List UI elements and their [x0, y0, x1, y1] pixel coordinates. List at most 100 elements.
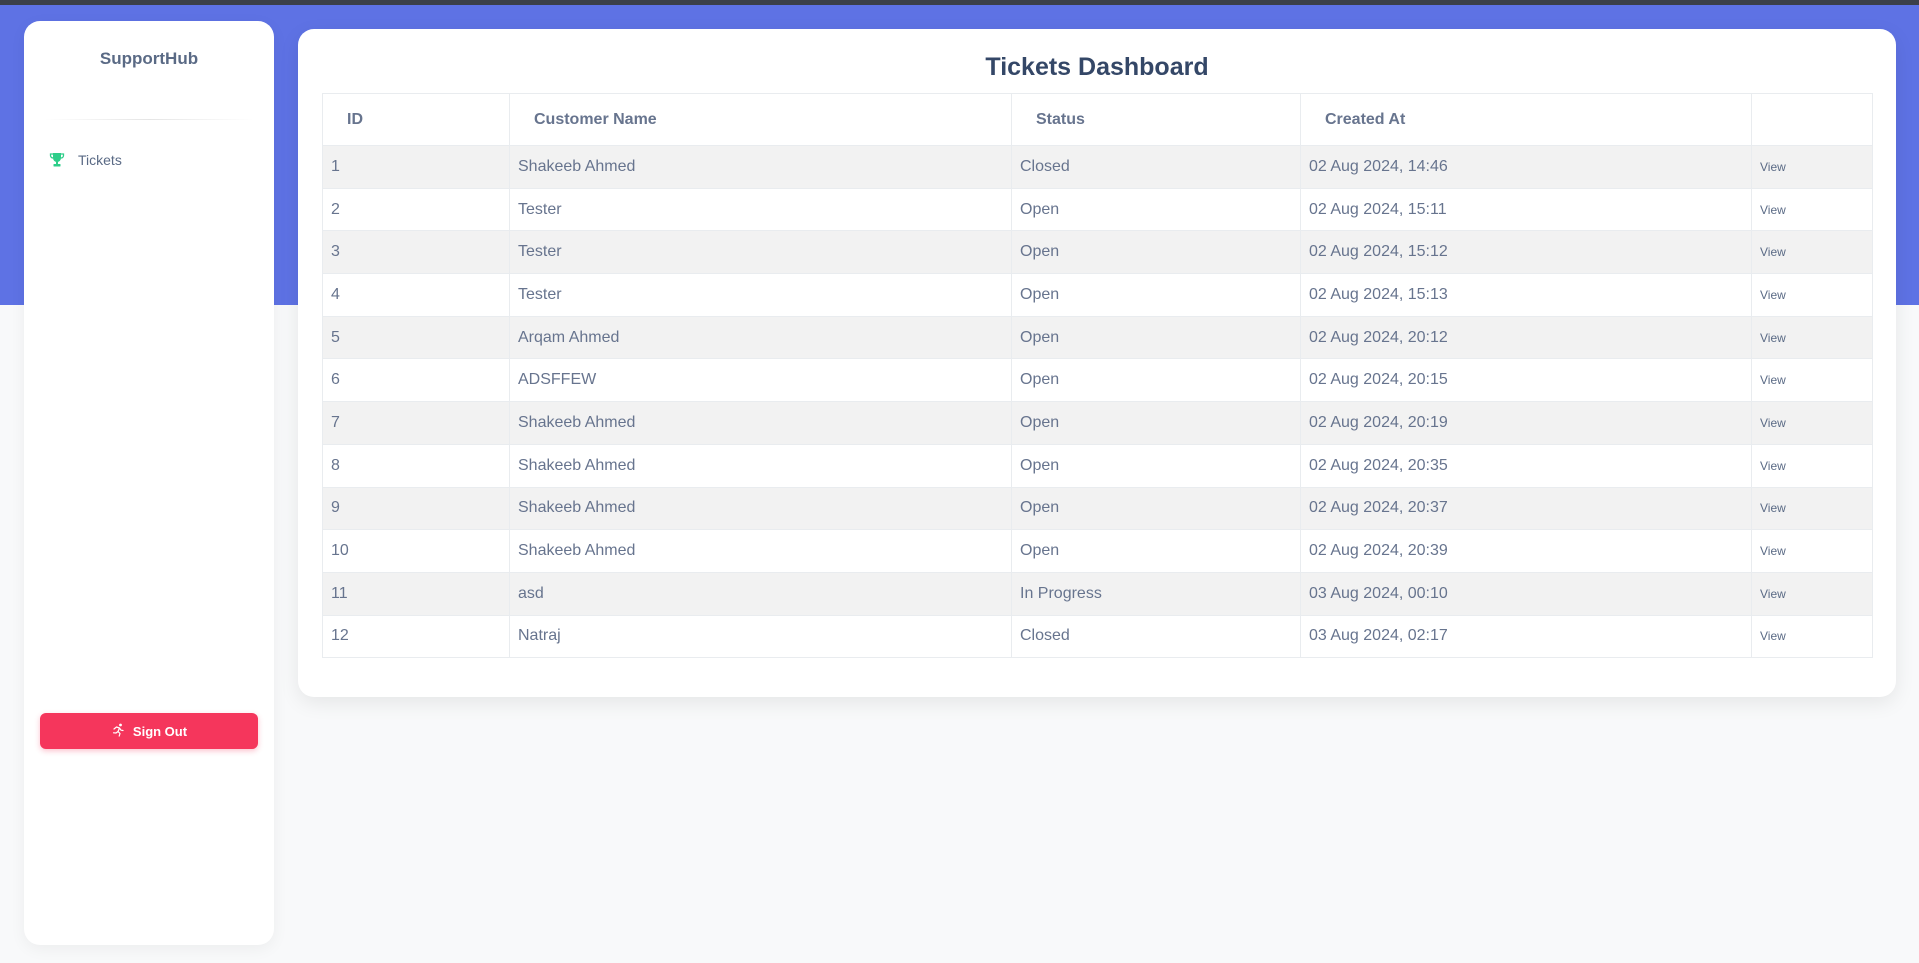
actions-cell: View [1751, 614, 1873, 659]
status-cell: Open [1011, 230, 1301, 275]
created-at-cell: 03 Aug 2024, 00:10 [1300, 571, 1752, 616]
ticket-id-cell: 2 [322, 187, 510, 232]
created-at-cell: 02 Aug 2024, 20:12 [1300, 315, 1752, 360]
table-row: 5 Arqam Ahmed Open 02 Aug 2024, 20:12 View [322, 315, 1873, 360]
view-ticket-link[interactable]: View [1760, 203, 1786, 217]
ticket-id-cell: 11 [322, 571, 510, 616]
customer-name-cell: Tester [509, 187, 1012, 232]
table-header-row: ID Customer Name Status Created At [322, 93, 1873, 146]
ticket-id-cell: 4 [322, 273, 510, 317]
ticket-id-cell: 3 [322, 230, 510, 275]
customer-name-cell: Shakeeb Ahmed [509, 529, 1012, 573]
created-at-cell: 02 Aug 2024, 20:37 [1300, 486, 1752, 531]
view-ticket-link[interactable]: View [1760, 416, 1786, 430]
status-cell: Open [1011, 273, 1301, 317]
status-cell: Closed [1011, 145, 1301, 189]
table-row: 1 Shakeeb Ahmed Closed 02 Aug 2024, 14:46 Vi… [322, 145, 1873, 189]
customer-name-cell: Shakeeb Ahmed [509, 401, 1012, 445]
ticket-id-cell: 8 [322, 443, 510, 488]
column-header-actions [1751, 93, 1873, 146]
ticket-id-cell: 10 [322, 529, 510, 573]
actions-cell: View [1751, 230, 1873, 275]
ticket-id-cell: 1 [322, 145, 510, 189]
ticket-id-cell: 7 [322, 401, 510, 445]
created-at-cell: 03 Aug 2024, 02:17 [1300, 614, 1752, 659]
tickets-card: Tickets Dashboard ID Customer Name Statu… [298, 29, 1896, 697]
table-row: 4 Tester Open 02 Aug 2024, 15:13 View [322, 273, 1873, 317]
view-ticket-link[interactable]: View [1760, 331, 1786, 345]
trophy-icon [48, 151, 66, 169]
created-at-cell: 02 Aug 2024, 20:35 [1300, 443, 1752, 488]
sign-out-button[interactable]: Sign Out [40, 713, 258, 749]
tickets-table-body: 1 Shakeeb Ahmed Closed 02 Aug 2024, 14:46 Vi… [322, 145, 1873, 659]
created-at-cell: 02 Aug 2024, 20:15 [1300, 358, 1752, 403]
sidebar: SupportHub Tickets Sign Out [24, 21, 274, 945]
actions-cell: View [1751, 529, 1873, 573]
table-row: 3 Tester Open 02 Aug 2024, 15:12 View [322, 230, 1873, 275]
table-row: 7 Shakeeb Ahmed Open 02 Aug 2024, 20:19 View [322, 401, 1873, 445]
status-cell: Open [1011, 529, 1301, 573]
view-ticket-link[interactable]: View [1760, 160, 1786, 174]
view-ticket-link[interactable]: View [1760, 288, 1786, 302]
created-at-cell: 02 Aug 2024, 14:46 [1300, 145, 1752, 189]
view-ticket-link[interactable]: View [1760, 544, 1786, 558]
status-cell: Open [1011, 401, 1301, 445]
sidebar-item-tickets[interactable]: Tickets [48, 148, 122, 172]
ticket-id-cell: 6 [322, 358, 510, 403]
column-header-created-at: Created At [1300, 93, 1752, 146]
created-at-cell: 02 Aug 2024, 20:39 [1300, 529, 1752, 573]
table-row: 10 Shakeeb Ahmed Open 02 Aug 2024, 20:39 Vie… [322, 529, 1873, 573]
table-row: 9 Shakeeb Ahmed Open 02 Aug 2024, 20:37 View [322, 486, 1873, 531]
view-ticket-link[interactable]: View [1760, 373, 1786, 387]
ticket-id-cell: 12 [322, 614, 510, 659]
actions-cell: View [1751, 273, 1873, 317]
actions-cell: View [1751, 315, 1873, 360]
running-person-icon [111, 723, 125, 740]
customer-name-cell: Tester [509, 273, 1012, 317]
view-ticket-link[interactable]: View [1760, 629, 1786, 643]
actions-cell: View [1751, 187, 1873, 232]
customer-name-cell: asd [509, 571, 1012, 616]
customer-name-cell: Arqam Ahmed [509, 315, 1012, 360]
table-row: 2 Tester Open 02 Aug 2024, 15:11 View [322, 187, 1873, 232]
actions-cell: View [1751, 401, 1873, 445]
view-ticket-link[interactable]: View [1760, 245, 1786, 259]
table-row: 8 Shakeeb Ahmed Open 02 Aug 2024, 20:35 View [322, 443, 1873, 488]
status-cell: Open [1011, 486, 1301, 531]
sidebar-divider [44, 119, 254, 120]
actions-cell: View [1751, 571, 1873, 616]
status-cell: Open [1011, 315, 1301, 360]
status-cell: Open [1011, 358, 1301, 403]
customer-name-cell: Shakeeb Ahmed [509, 145, 1012, 189]
status-cell: Open [1011, 443, 1301, 488]
view-ticket-link[interactable]: View [1760, 587, 1786, 601]
sign-out-label: Sign Out [132, 723, 188, 739]
created-at-cell: 02 Aug 2024, 15:11 [1300, 187, 1752, 232]
status-cell: Closed [1011, 614, 1301, 659]
table-row: 12 Natraj Closed 03 Aug 2024, 02:17 View [322, 614, 1873, 659]
actions-cell: View [1751, 145, 1873, 189]
customer-name-cell: Tester [509, 230, 1012, 275]
view-ticket-link[interactable]: View [1760, 501, 1786, 515]
sidebar-item-label: Tickets [78, 152, 122, 168]
view-ticket-link[interactable]: View [1760, 459, 1786, 473]
actions-cell: View [1751, 443, 1873, 488]
status-cell: Open [1011, 187, 1301, 232]
ticket-id-cell: 5 [322, 315, 510, 360]
brand-name: SupportHub [99, 49, 199, 68]
page-title: Tickets Dashboard [985, 53, 1209, 81]
customer-name-cell: Shakeeb Ahmed [509, 443, 1012, 488]
table-row: 11 asd In Progress 03 Aug 2024, 00:10 View [322, 571, 1873, 616]
table-row: 6 ADSFFEW Open 02 Aug 2024, 20:15 View [322, 358, 1873, 403]
customer-name-cell: Shakeeb Ahmed [509, 486, 1012, 531]
column-header-id: ID [322, 93, 510, 146]
created-at-cell: 02 Aug 2024, 15:13 [1300, 273, 1752, 317]
status-cell: In Progress [1011, 571, 1301, 616]
column-header-customer-name: Customer Name [509, 93, 1012, 146]
ticket-id-cell: 9 [322, 486, 510, 531]
created-at-cell: 02 Aug 2024, 15:12 [1300, 230, 1752, 275]
tickets-table: ID Customer Name Status Created At 1 Shak… [322, 93, 1873, 659]
customer-name-cell: Natraj [509, 614, 1012, 659]
actions-cell: View [1751, 358, 1873, 403]
column-header-status: Status [1011, 93, 1301, 146]
